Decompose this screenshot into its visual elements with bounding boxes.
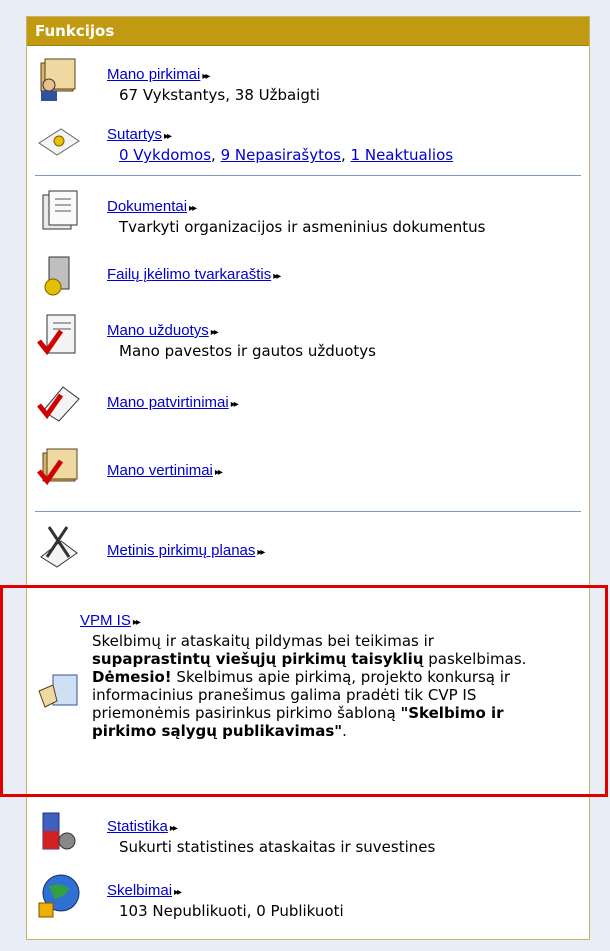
dokumentai-desc: Tvarkyti organizacijos ir asmeninius dok…	[119, 218, 486, 236]
arrow-icon: ▸▸	[169, 823, 178, 834]
folder-user-icon	[40, 58, 76, 101]
arrow-icon: ▸▸	[164, 131, 172, 142]
upload-schedule-icon	[44, 256, 70, 296]
sutartys-desc: 0 Vykdomos, 9 Nepasirašytos, 1 Neaktuali…	[119, 146, 454, 164]
mano-patvirtinimai-link[interactable]: Mano patvirtinimai	[107, 394, 229, 411]
functions-panel: Funkcijos Mano pirkimai ▸▸ 67 Vykstantys,…	[26, 16, 590, 940]
sutartys-nepasirasytos-link[interactable]: 9 Nepasirašytos	[221, 146, 341, 164]
contract-icon	[38, 128, 80, 156]
sutartys-vykdomos-link[interactable]: 0 Vykdomos	[119, 146, 211, 164]
tasks-checklist-icon	[37, 314, 76, 356]
plan-tools-icon	[40, 526, 78, 568]
sutartys-neaktualios-link[interactable]: 1 Neaktualios	[351, 146, 454, 164]
mano-pirkimai-desc: 67 Vykstantys, 38 Užbaigti	[119, 86, 320, 104]
dokumentai-link[interactable]: Dokumentai	[107, 198, 187, 215]
statistika-link[interactable]: Statistika	[107, 818, 168, 835]
mano-uzduotys-link[interactable]: Mano užduotys	[107, 322, 209, 339]
arrow-icon: ▸▸	[257, 547, 265, 558]
arrow-icon: ▸▸	[174, 887, 182, 898]
statistika-desc: Sukurti statistines ataskaitas ir suvest…	[119, 838, 436, 856]
globe-icon	[38, 874, 80, 918]
arrow-icon: ▸▸	[189, 203, 197, 214]
divider	[35, 511, 581, 512]
evaluation-folder-icon	[37, 448, 78, 486]
mano-pirkimai-link[interactable]: Mano pirkimai	[107, 66, 200, 83]
red-highlight-box	[0, 585, 608, 797]
panel-header: Funkcijos	[27, 17, 589, 46]
arrow-icon: ▸▸	[214, 467, 223, 478]
arrow-icon: ▸▸	[202, 71, 210, 82]
divider	[35, 175, 581, 176]
statistics-icon	[42, 812, 76, 850]
mano-uzduotys-desc: Mano pavestos ir gautos užduotys	[119, 342, 376, 360]
documents-icon	[42, 190, 78, 230]
skelbimai-desc: 103 Nepublikuoti, 0 Publikuoti	[119, 902, 344, 920]
mano-vertinimai-link[interactable]: Mano vertinimai	[107, 462, 213, 479]
failu-ikelimo-link[interactable]: Failų įkėlimo tvarkaraštis	[107, 266, 271, 283]
skelbimai-link[interactable]: Skelbimai	[107, 882, 172, 899]
metinis-planas-link[interactable]: Metinis pirkimų planas	[107, 542, 255, 559]
arrow-icon: ▸▸	[230, 399, 239, 410]
sutartys-link[interactable]: Sutartys	[107, 126, 162, 143]
arrow-icon: ▸▸	[210, 327, 219, 338]
approval-icon	[37, 386, 80, 422]
arrow-icon: ▸▸	[273, 271, 281, 282]
